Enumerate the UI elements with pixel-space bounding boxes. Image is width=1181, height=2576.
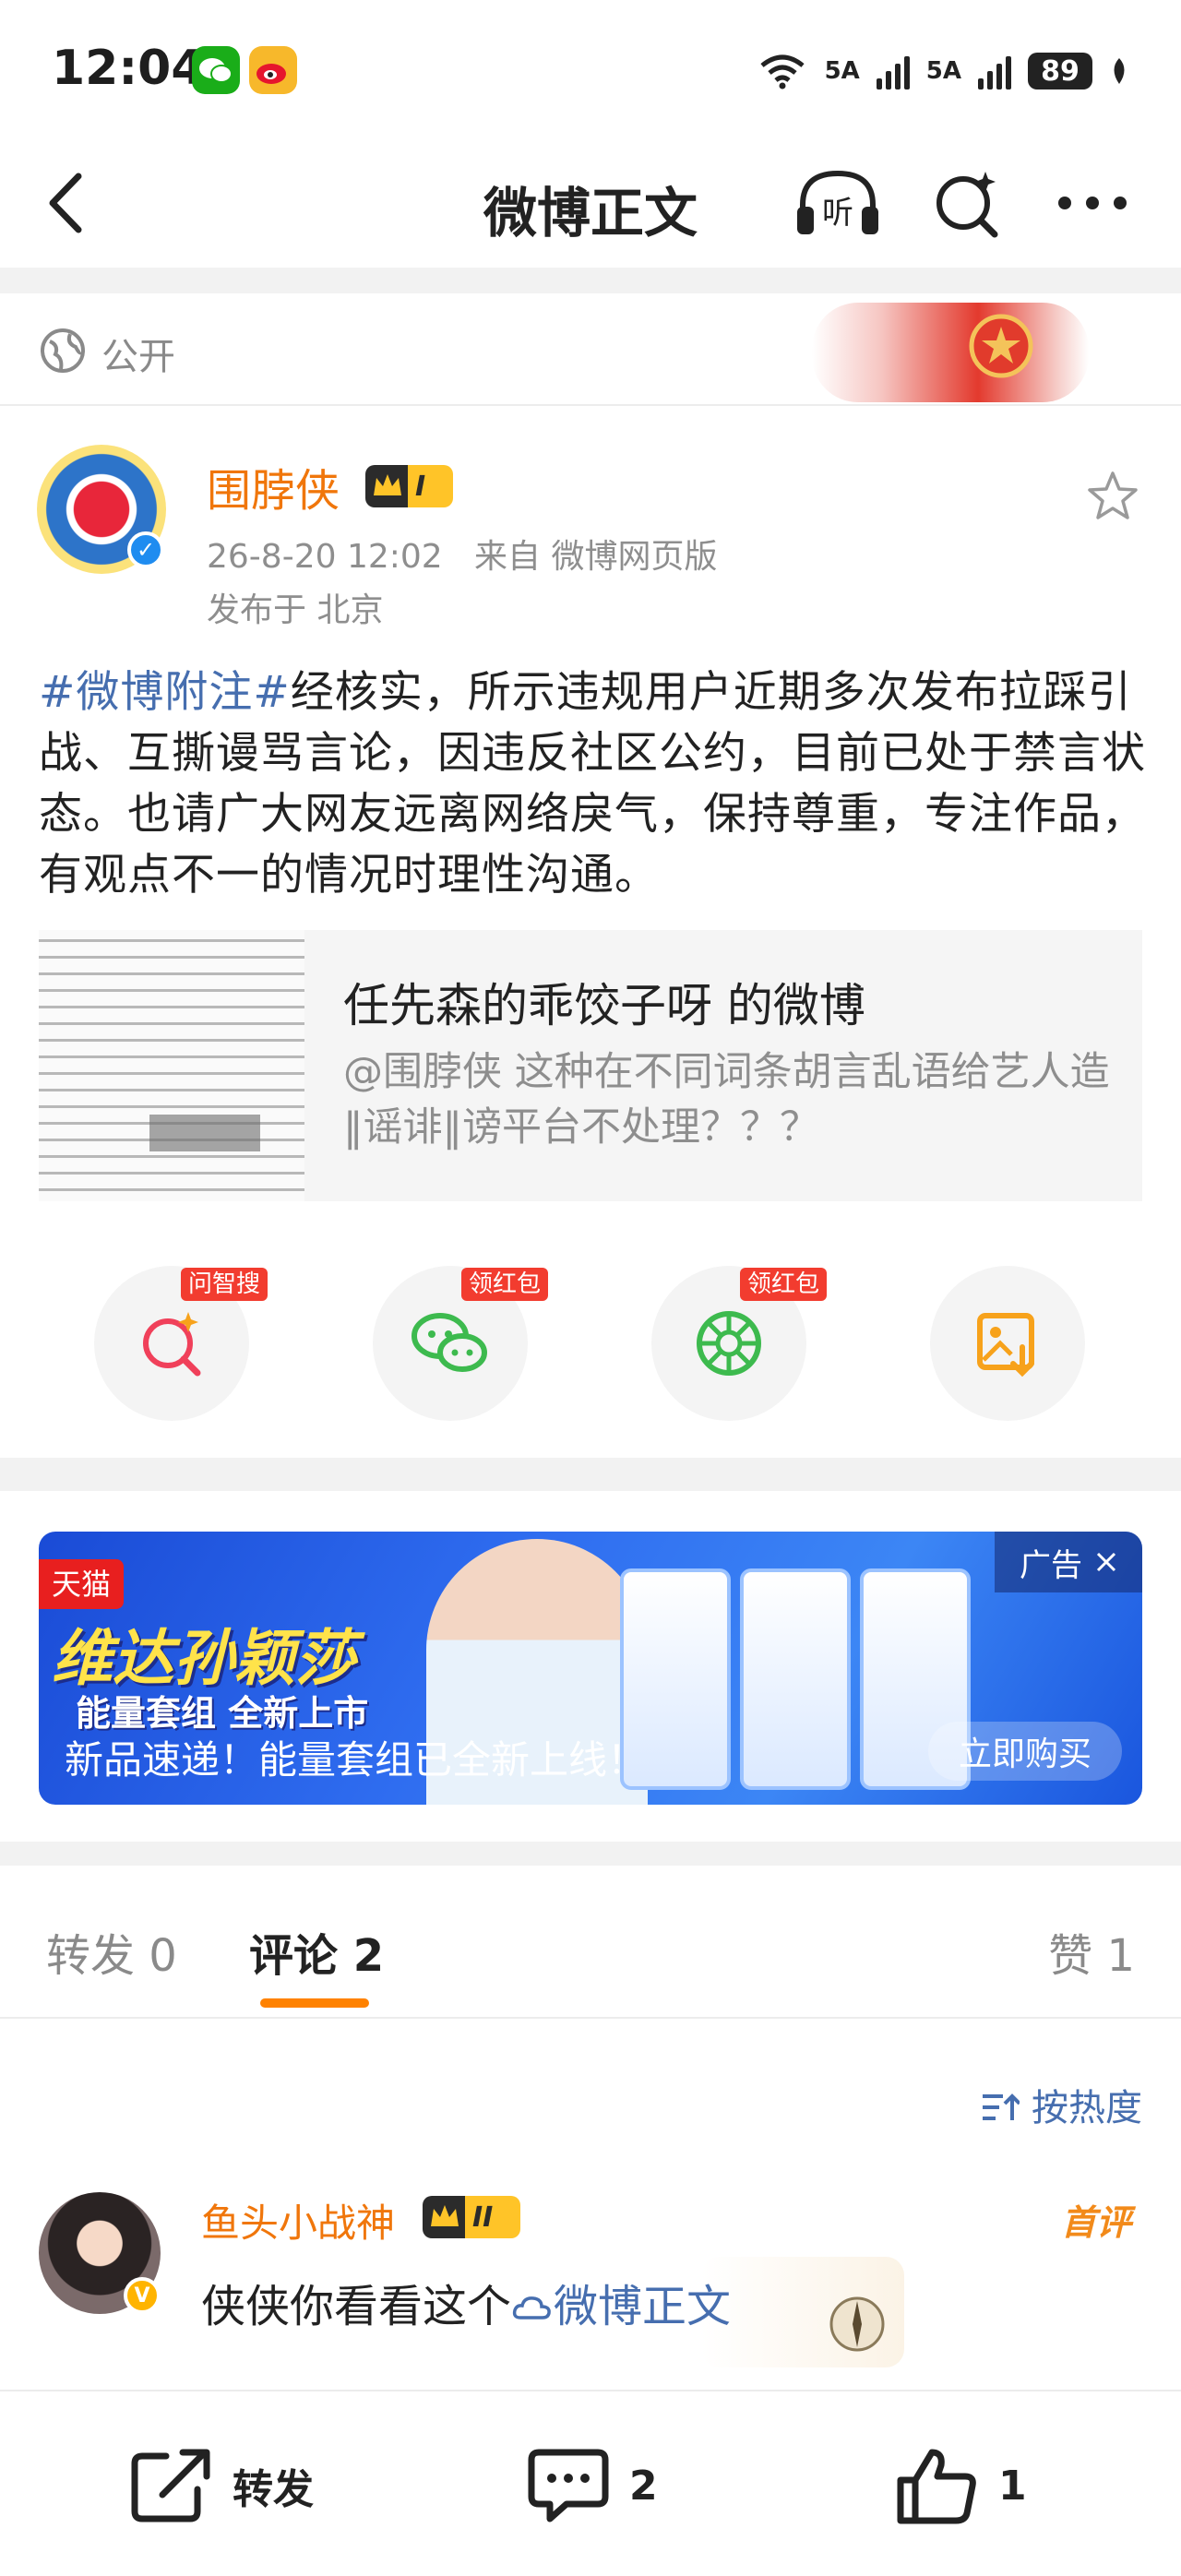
comment-body: 侠侠你看看这个: [201, 2281, 512, 2332]
divider: [0, 268, 1181, 293]
comment-count: 2: [629, 2462, 658, 2510]
like-button[interactable]: 1: [895, 2447, 1027, 2524]
signal-icon-2: [978, 53, 1011, 89]
ad-subhead: 能量套组 全新上市: [76, 1693, 369, 1734]
ad-store-label: 天猫: [39, 1559, 125, 1609]
author-avatar[interactable]: ✓: [37, 445, 166, 574]
quoted-text: @围脖侠 这种在不同词条胡言乱语给艺人造‖谣诽‖谤平台不处理？？？: [343, 1049, 1110, 1151]
hashtag-link[interactable]: #微博附注#: [39, 667, 291, 718]
moments-tag: 领红包: [740, 1268, 828, 1301]
svg-text:听: 听: [822, 195, 853, 232]
close-icon: [1096, 1552, 1116, 1572]
wechat-notification-icon: [192, 46, 240, 94]
comment-icon: [528, 2449, 609, 2522]
blurred-region: [149, 1115, 260, 1151]
thumbs-up-icon: [897, 2449, 976, 2524]
visibility-row: 公开: [0, 293, 1181, 406]
commenter-name[interactable]: 鱼头小战神: [201, 2192, 395, 2248]
tab-comments[interactable]: 评论 2: [249, 1919, 384, 1984]
status-bar: 12:04 5A 5A 89: [0, 0, 1181, 138]
ad-banner[interactable]: 天猫 维达孙颖莎 能量套组 全新上市 新品速递！能量套组已全新上线！ 广告 立即…: [39, 1532, 1142, 1805]
comment-link[interactable]: 微博正文: [554, 2281, 731, 2332]
comment-text: 侠侠你看看这个 微博正文: [201, 2270, 731, 2334]
comment-decoration: [701, 2257, 904, 2367]
repost-label: 转发: [233, 2466, 314, 2513]
ad-product-image: [740, 1568, 851, 1790]
post-time: 26-8-20 12:02: [207, 538, 443, 576]
tab-repost[interactable]: 转发 0: [46, 1919, 177, 1984]
post-source: 来自 微博网页版: [474, 538, 718, 576]
active-tab-indicator: [260, 1998, 369, 2008]
divider: [0, 1842, 1181, 1866]
battery-indicator: 89: [1028, 53, 1092, 89]
moments-icon: [697, 1311, 761, 1376]
level-badge-text: I: [415, 470, 426, 503]
search-button[interactable]: [921, 157, 1013, 249]
first-comment-label: 首评: [1060, 2202, 1131, 2243]
post-text: #微博附注#经核实，所示违规用户近期多次发布拉踩引战、互撕谩骂言论，因违反社区公…: [39, 662, 1146, 906]
more-icon: [1058, 197, 1127, 209]
ai-search-icon: [143, 1312, 201, 1377]
network-label-1: 5A: [824, 57, 860, 85]
member-level-badge[interactable]: I: [365, 465, 454, 507]
ad-close-button[interactable]: 广告: [995, 1532, 1142, 1592]
ad-label: 广告: [1020, 1546, 1082, 1584]
divider: [0, 1458, 1181, 1491]
headphones-icon: 听: [797, 170, 878, 234]
quoted-title: 任先森的乖饺子呀 的微博: [343, 979, 865, 1032]
repost-button[interactable]: 转发: [129, 2447, 314, 2524]
compass-icon: [829, 2296, 885, 2352]
star-icon: [1088, 471, 1138, 519]
globe-icon: [41, 328, 85, 373]
signal-icon: [876, 53, 910, 89]
ad-caption: 新品速递！能量套组已全新上线！: [65, 1737, 647, 1783]
save-image-icon: [977, 1313, 1034, 1377]
leaf-icon: [1114, 58, 1125, 84]
weibo-notification-icon: [249, 46, 297, 94]
commenter-level-text: II: [472, 2200, 494, 2234]
save-image-button[interactable]: [930, 1266, 1085, 1421]
wechat-icon: [412, 1313, 487, 1372]
status-icons: 5A 5A 89: [757, 48, 1129, 94]
sort-icon: [983, 2093, 1021, 2120]
repost-icon: [131, 2449, 210, 2522]
author-name-text[interactable]: 围脖侠: [207, 465, 340, 517]
commenter-level-badge[interactable]: II: [423, 2196, 521, 2238]
comment-button[interactable]: 2: [526, 2447, 658, 2524]
bottom-action-bar: 转发 2 1: [0, 2390, 1181, 2576]
nav-bar: 微博正文 听: [0, 138, 1181, 268]
sort-label: 按热度: [1032, 2087, 1142, 2129]
emblem-icon: [969, 314, 1033, 378]
wechat-tag: 领红包: [461, 1268, 549, 1301]
search-icon: [936, 172, 998, 238]
more-button[interactable]: [1046, 157, 1139, 249]
sort-button[interactable]: 按热度: [981, 2078, 1142, 2131]
status-time: 12:04: [52, 41, 205, 96]
visibility-label: 公开: [101, 336, 175, 378]
ad-buy-button[interactable]: 立即购买: [928, 1722, 1122, 1781]
like-count: 1: [998, 2462, 1027, 2510]
verified-badge-icon: ✓: [127, 531, 164, 568]
crown-icon: [431, 2205, 459, 2226]
link-icon: [512, 2296, 551, 2320]
ai-search-tag: 问智搜: [181, 1268, 268, 1301]
quoted-post-card[interactable]: 任先森的乖饺子呀 的微博 @围脖侠 这种在不同词条胡言乱语给艺人造‖谣诽‖谤平台…: [39, 930, 1142, 1201]
decoration-banner: [812, 303, 1089, 402]
favorite-button[interactable]: [1085, 469, 1140, 524]
author-name[interactable]: 围脖侠: [207, 454, 340, 519]
commenter-avatar[interactable]: V: [39, 2192, 161, 2314]
quoted-thumbnail: [39, 930, 304, 1201]
interaction-tabs: 转发 0 评论 2 赞 1: [0, 1866, 1181, 2019]
vip-badge-icon: V: [124, 2277, 161, 2314]
wifi-icon: [759, 54, 805, 89]
post-location: 发布于 北京: [207, 591, 384, 629]
network-label-2: 5A: [925, 57, 961, 85]
tab-likes[interactable]: 赞 1: [1048, 1919, 1135, 1984]
post-meta: 26-8-20 12:02 来自 微博网页版: [207, 530, 718, 578]
listen-button[interactable]: 听: [792, 157, 884, 249]
crown-icon: [374, 474, 401, 495]
